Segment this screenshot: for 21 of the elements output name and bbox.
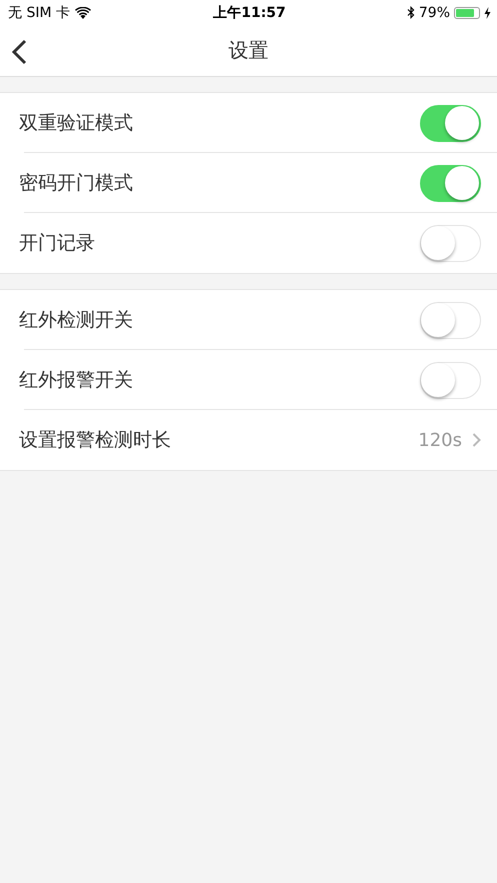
chevron-icon (472, 433, 481, 447)
battery-percent: 79% (418, 4, 450, 20)
page-title: 设置 (228, 37, 268, 64)
wifi-icon (75, 6, 91, 18)
toggle-switch[interactable] (420, 104, 481, 142)
charging-icon (484, 6, 492, 18)
setting-label: 设置报警检测时长 (19, 428, 172, 453)
setting-label: 密码开门模式 (19, 171, 134, 196)
setting-label: 红外检测开关 (19, 308, 134, 333)
setting-value: 120s (418, 430, 462, 450)
setting-label: 双重验证模式 (19, 111, 134, 136)
clock-time: 上午11:57 (213, 4, 286, 22)
carrier-label: 无 SIM 卡 (8, 4, 70, 22)
toggle-switch[interactable] (420, 224, 481, 262)
setting-label: 红外报警开关 (19, 368, 134, 393)
toggle-switch[interactable] (420, 302, 481, 338)
battery-icon (454, 6, 480, 18)
toggle-switch[interactable] (420, 362, 481, 398)
bluetooth-icon (406, 6, 415, 19)
toggle-switch[interactable] (420, 164, 481, 202)
setting-label: 开门记录 (19, 231, 96, 256)
